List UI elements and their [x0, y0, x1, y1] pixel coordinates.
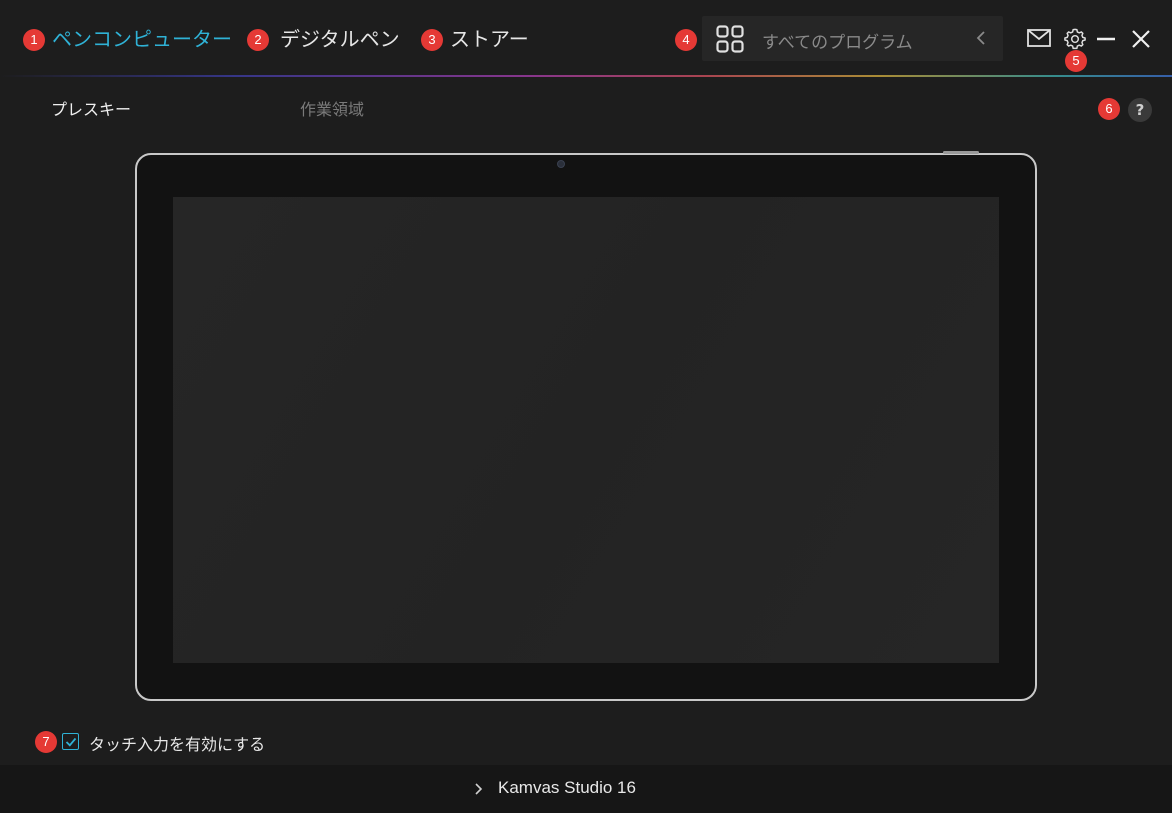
- callout-badge-2: 2: [247, 29, 269, 51]
- tab-digital-pen[interactable]: デジタルペン: [280, 26, 400, 52]
- device-name-label: Kamvas Studio 16: [498, 778, 636, 797]
- program-selector-label: すべてのプログラム: [762, 33, 913, 53]
- camera-icon: [557, 160, 565, 168]
- callout-badge-3: 3: [421, 29, 443, 51]
- touch-input-checkbox[interactable]: [62, 733, 79, 750]
- subtab-work-area[interactable]: 作業領域: [300, 96, 364, 120]
- power-button: [943, 151, 979, 154]
- tablet-screen: [173, 197, 999, 663]
- program-selector[interactable]: すべてのプログラム: [702, 16, 1003, 61]
- tab-pen-computer[interactable]: ペンコンピューター: [52, 26, 232, 52]
- callout-badge-5: 5: [1065, 50, 1087, 72]
- checkmark-icon: [65, 737, 76, 747]
- grid-icon: [716, 25, 744, 53]
- touch-input-label: タッチ入力を有効にする: [89, 735, 266, 754]
- title-bar: 1 ペンコンピューター 2 デジタルペン 3 ストアー 4 すべてのプログラム …: [0, 0, 1172, 76]
- mail-icon[interactable]: [1027, 29, 1051, 47]
- device-footer-bar[interactable]: Kamvas Studio 16: [0, 765, 1172, 813]
- help-icon[interactable]: ?: [1128, 98, 1152, 122]
- tab-store[interactable]: ストアー: [450, 26, 529, 52]
- chevron-right-icon: [475, 783, 483, 795]
- minimize-icon[interactable]: [1095, 29, 1117, 49]
- chevron-left-icon[interactable]: [974, 28, 988, 48]
- callout-badge-7: 7: [35, 731, 57, 753]
- callout-badge-1: 1: [23, 29, 45, 51]
- subtab-press-keys[interactable]: プレスキー: [51, 96, 131, 120]
- header-divider: [0, 75, 1172, 77]
- gear-icon[interactable]: [1064, 28, 1086, 50]
- callout-badge-6: 6: [1098, 98, 1120, 120]
- close-icon[interactable]: [1131, 29, 1151, 49]
- callout-badge-4: 4: [675, 29, 697, 51]
- tablet-device-image: [135, 151, 1037, 701]
